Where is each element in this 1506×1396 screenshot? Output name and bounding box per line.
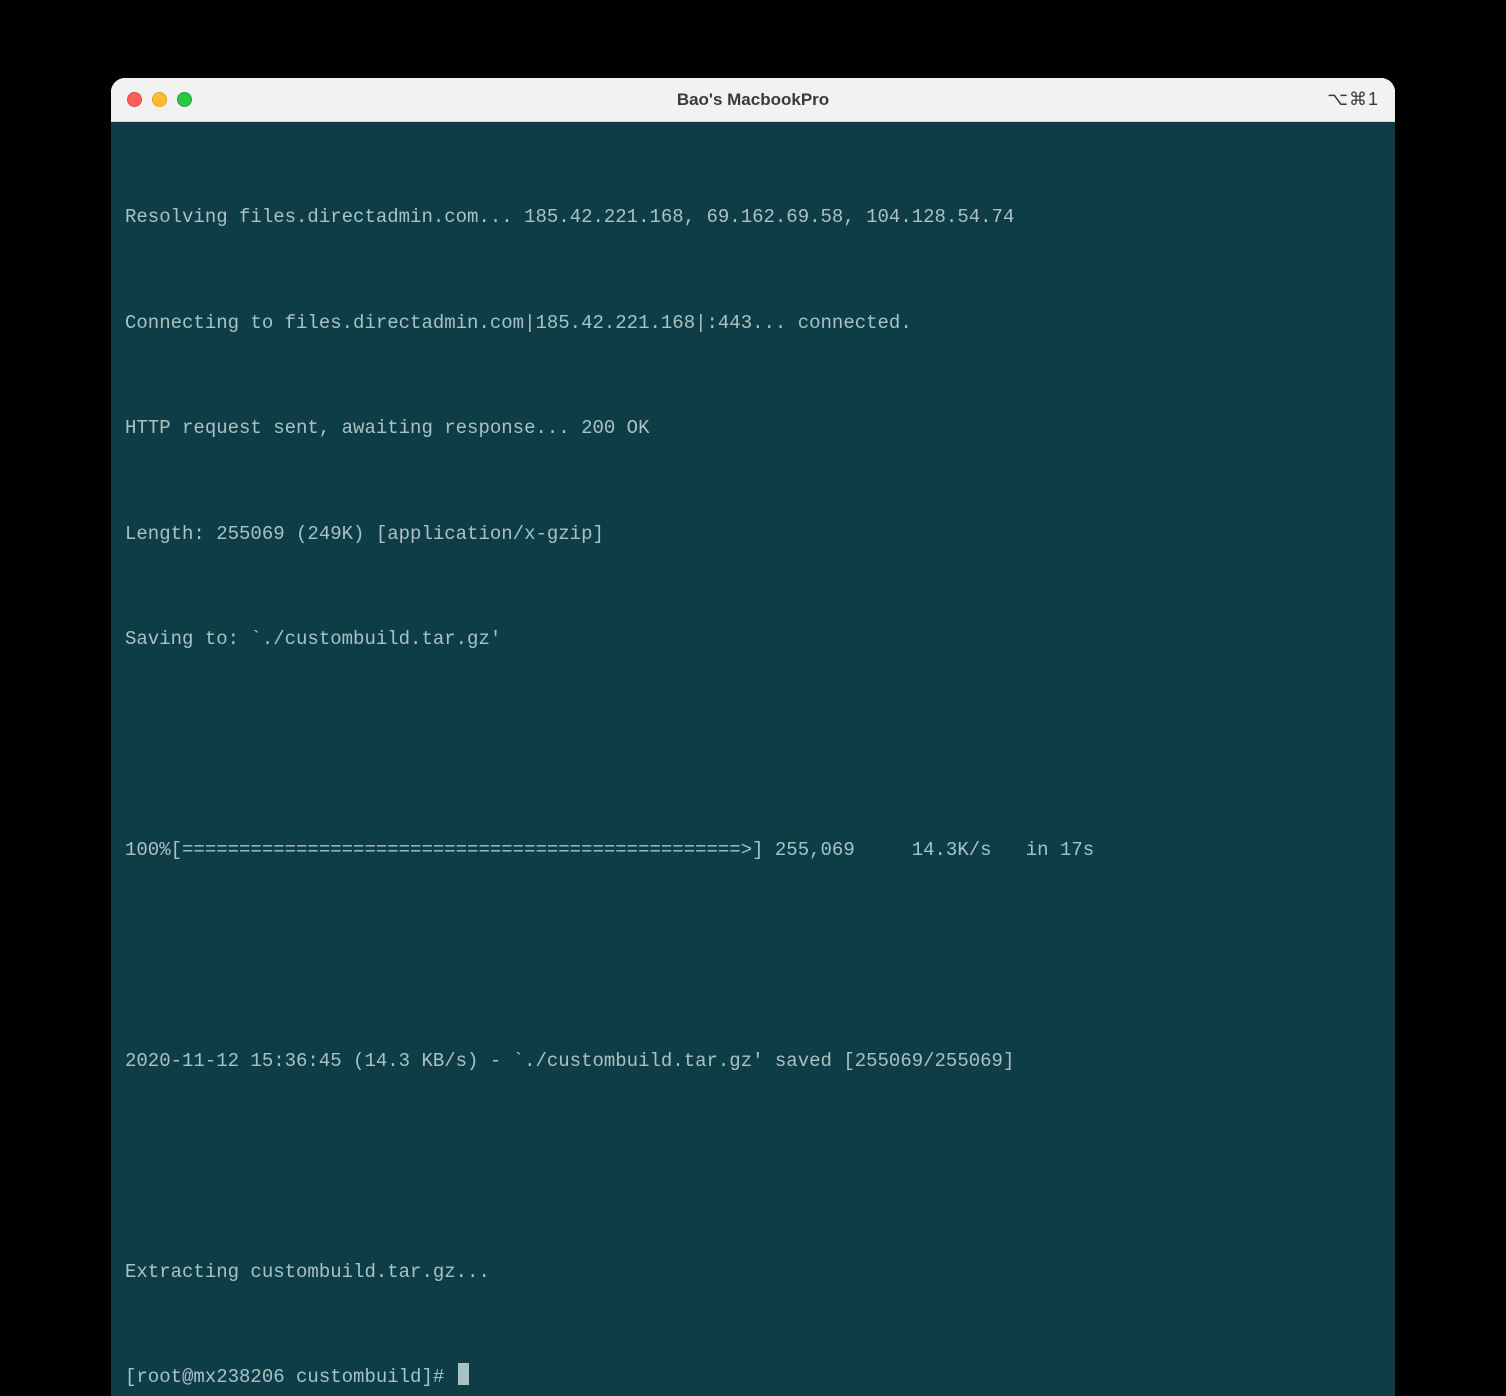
terminal-window: Bao's MacbookPro ⌥⌘1 Resolving files.dir… bbox=[111, 78, 1395, 1396]
terminal-output-line: Extracting custombuild.tar.gz... bbox=[125, 1255, 1381, 1290]
traffic-lights bbox=[127, 92, 192, 107]
terminal-output-line bbox=[125, 1149, 1381, 1184]
terminal-prompt: [root@mx238206 custombuild]# bbox=[125, 1360, 456, 1395]
maximize-button[interactable] bbox=[177, 92, 192, 107]
minimize-button[interactable] bbox=[152, 92, 167, 107]
terminal-output-line bbox=[125, 727, 1381, 762]
window-title: Bao's MacbookPro bbox=[111, 90, 1395, 110]
terminal-body[interactable]: Resolving files.directadmin.com... 185.4… bbox=[111, 122, 1395, 1396]
terminal-output-line: Resolving files.directadmin.com... 185.4… bbox=[125, 200, 1381, 235]
terminal-progress-line: 100%[===================================… bbox=[125, 833, 1381, 868]
tab-shortcut-indicator: ⌥⌘1 bbox=[1327, 89, 1379, 110]
terminal-output-line bbox=[125, 938, 1381, 973]
titlebar[interactable]: Bao's MacbookPro ⌥⌘1 bbox=[111, 78, 1395, 122]
terminal-prompt-line[interactable]: [root@mx238206 custombuild]# bbox=[125, 1360, 1381, 1395]
close-button[interactable] bbox=[127, 92, 142, 107]
terminal-output-line: Length: 255069 (249K) [application/x-gzi… bbox=[125, 517, 1381, 552]
terminal-output-line: 2020-11-12 15:36:45 (14.3 KB/s) - `./cus… bbox=[125, 1044, 1381, 1079]
cursor-icon bbox=[458, 1363, 469, 1385]
terminal-output-line: HTTP request sent, awaiting response... … bbox=[125, 411, 1381, 446]
terminal-output-line: Saving to: `./custombuild.tar.gz' bbox=[125, 622, 1381, 657]
terminal-output-line: Connecting to files.directadmin.com|185.… bbox=[125, 306, 1381, 341]
